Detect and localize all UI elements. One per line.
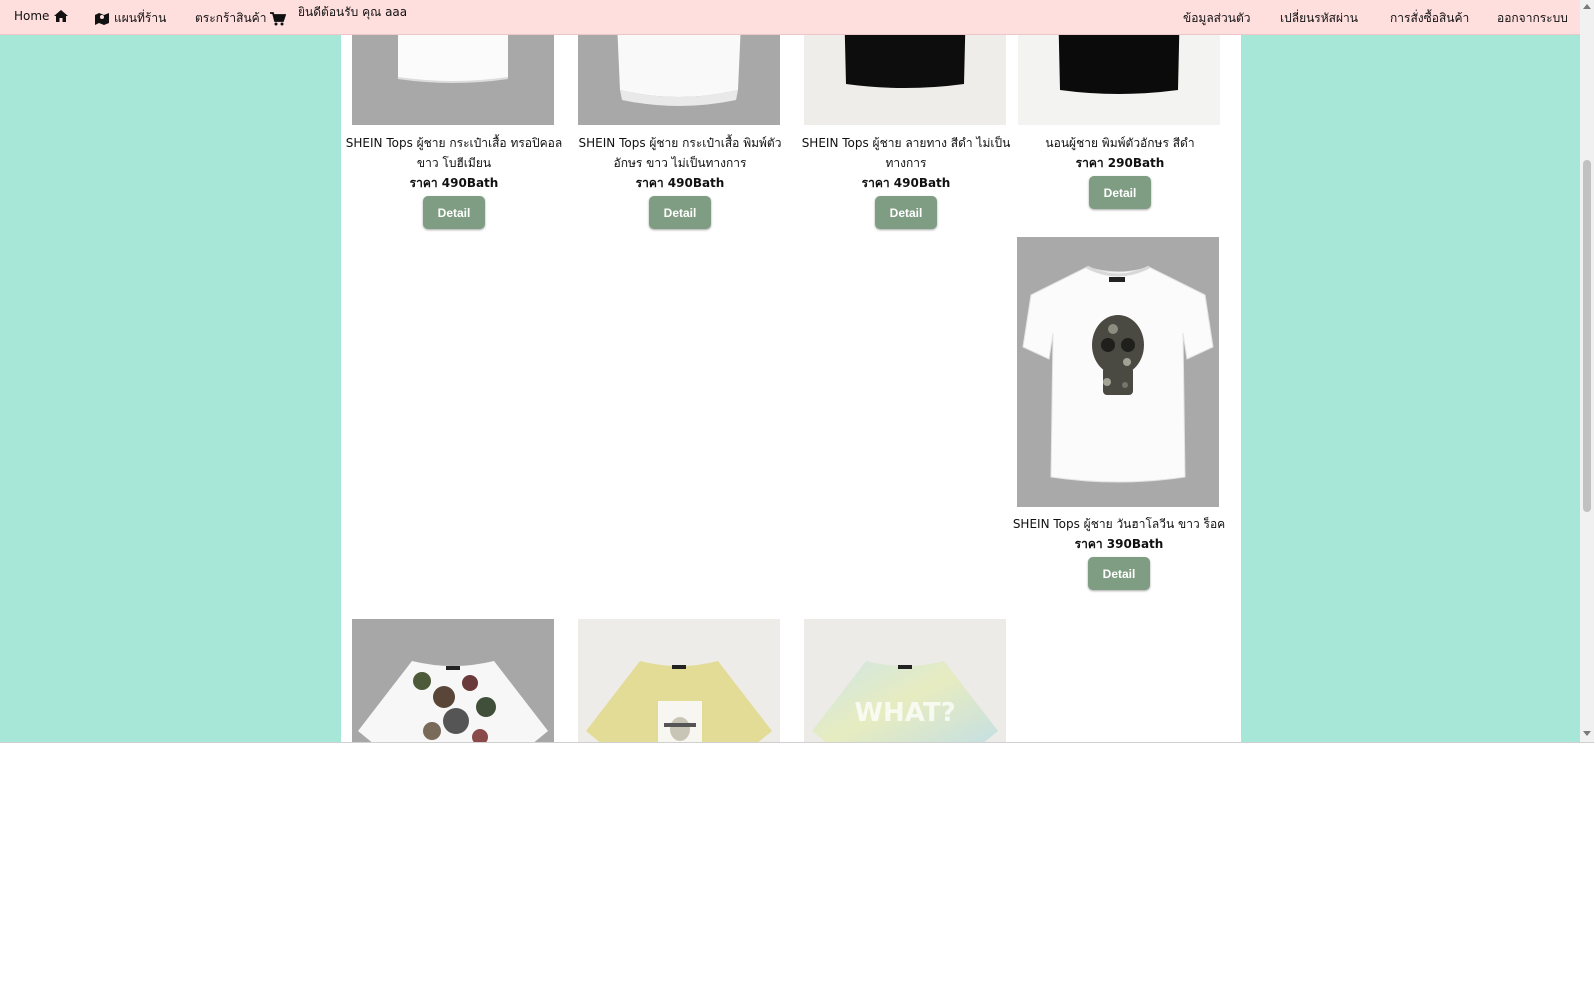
product-card: SHEIN Tops ผู้ชาย กระเป๋าเสื้อ พิมพ์ตัวอ… bbox=[567, 0, 793, 240]
scroll-up-arrow-icon[interactable] bbox=[1583, 4, 1591, 9]
product-content-area: SHEIN Tops ผู้ชาย กระเป๋าเสื้อ ทรอปิคอล … bbox=[341, 0, 1241, 742]
product-name: SHEIN Tops ผู้ชาย วันฮาโลวีน ขาว ร็อค bbox=[1012, 517, 1226, 531]
page-viewport: SHEIN Tops ผู้ชาย กระเป๋าเสื้อ ทรอปิคอล … bbox=[0, 0, 1594, 742]
nav-profile[interactable]: ข้อมูลส่วนตัว bbox=[1183, 9, 1250, 28]
map-icon bbox=[94, 12, 110, 26]
detail-button[interactable]: Detail bbox=[1088, 557, 1150, 590]
nav-map[interactable]: แผนที่ร้าน bbox=[94, 9, 166, 28]
shirt-print-text: WHAT? bbox=[854, 698, 955, 728]
product-price: ราคา 390Bath bbox=[1074, 537, 1164, 551]
top-navbar: Home แผนที่ร้าน ตระกร้าสินค้า ยินดีต้อนร… bbox=[0, 0, 1580, 35]
product-card bbox=[341, 619, 567, 742]
product-card: นอนผู้ชาย พิมพ์ตัวอักษร สีดำ ราคา 290Bat… bbox=[1007, 0, 1233, 240]
product-card bbox=[567, 619, 793, 742]
detail-button[interactable]: Detail bbox=[423, 196, 485, 229]
product-name: SHEIN Tops ผู้ชาย กระเป๋าเสื้อ พิมพ์ตัวอ… bbox=[578, 136, 782, 170]
nav-home-label: Home bbox=[14, 9, 50, 23]
nav-orders[interactable]: การสั่งซื้อสินค้า bbox=[1390, 9, 1469, 28]
product-price: ราคา 290Bath bbox=[1075, 156, 1165, 170]
nav-map-label: แผนที่ร้าน bbox=[114, 11, 167, 25]
home-icon bbox=[53, 9, 69, 23]
viewport-divider bbox=[0, 742, 1594, 743]
product-image[interactable] bbox=[1017, 237, 1219, 507]
scroll-thumb[interactable] bbox=[1583, 160, 1591, 512]
yellow-print-shirt-image[interactable] bbox=[578, 619, 780, 742]
product-price: ราคา 490Bath bbox=[409, 176, 499, 190]
tie-dye-what-shirt-image[interactable]: WHAT? bbox=[804, 619, 1006, 742]
product-price: ราคา 490Bath bbox=[635, 176, 725, 190]
nav-home[interactable]: Home bbox=[14, 9, 69, 23]
product-price: ราคา 490Bath bbox=[861, 176, 951, 190]
product-card: SHEIN Tops ผู้ชาย กระเป๋าเสื้อ ทรอปิคอล … bbox=[341, 0, 567, 240]
vertical-scrollbar[interactable] bbox=[1580, 0, 1594, 742]
nav-logout[interactable]: ออกจากระบบ bbox=[1497, 9, 1568, 28]
nav-change-password[interactable]: เปลี่ยนรหัสผ่าน bbox=[1280, 9, 1358, 28]
product-card: WHAT? bbox=[793, 619, 1019, 742]
product-name: นอนผู้ชาย พิมพ์ตัวอักษร สีดำ bbox=[1045, 136, 1195, 150]
cart-icon bbox=[270, 11, 287, 26]
nav-cart[interactable]: ตระกร้าสินค้า bbox=[195, 9, 287, 28]
nav-cart-label: ตระกร้าสินค้า bbox=[195, 11, 267, 25]
product-card: SHEIN Tops ผู้ชาย วันฮาโลวีน ขาว ร็อค รา… bbox=[1006, 237, 1232, 597]
detail-button[interactable]: Detail bbox=[649, 196, 711, 229]
detail-button[interactable]: Detail bbox=[875, 196, 937, 229]
product-name: SHEIN Tops ผู้ชาย กระเป๋าเสื้อ ทรอปิคอล … bbox=[345, 136, 563, 170]
scroll-down-arrow-icon[interactable] bbox=[1583, 731, 1591, 736]
welcome-text: ยินดีต้อนรับ คุณ aaa bbox=[298, 5, 408, 19]
product-name: SHEIN Tops ผู้ชาย ลายทาง สีดำ ไม่เป็นทาง… bbox=[801, 136, 1011, 170]
floral-shirt-image[interactable] bbox=[352, 619, 554, 742]
detail-button[interactable]: Detail bbox=[1089, 176, 1151, 209]
product-card: SHEIN Tops ผู้ชาย ลายทาง สีดำ ไม่เป็นทาง… bbox=[793, 0, 1019, 240]
